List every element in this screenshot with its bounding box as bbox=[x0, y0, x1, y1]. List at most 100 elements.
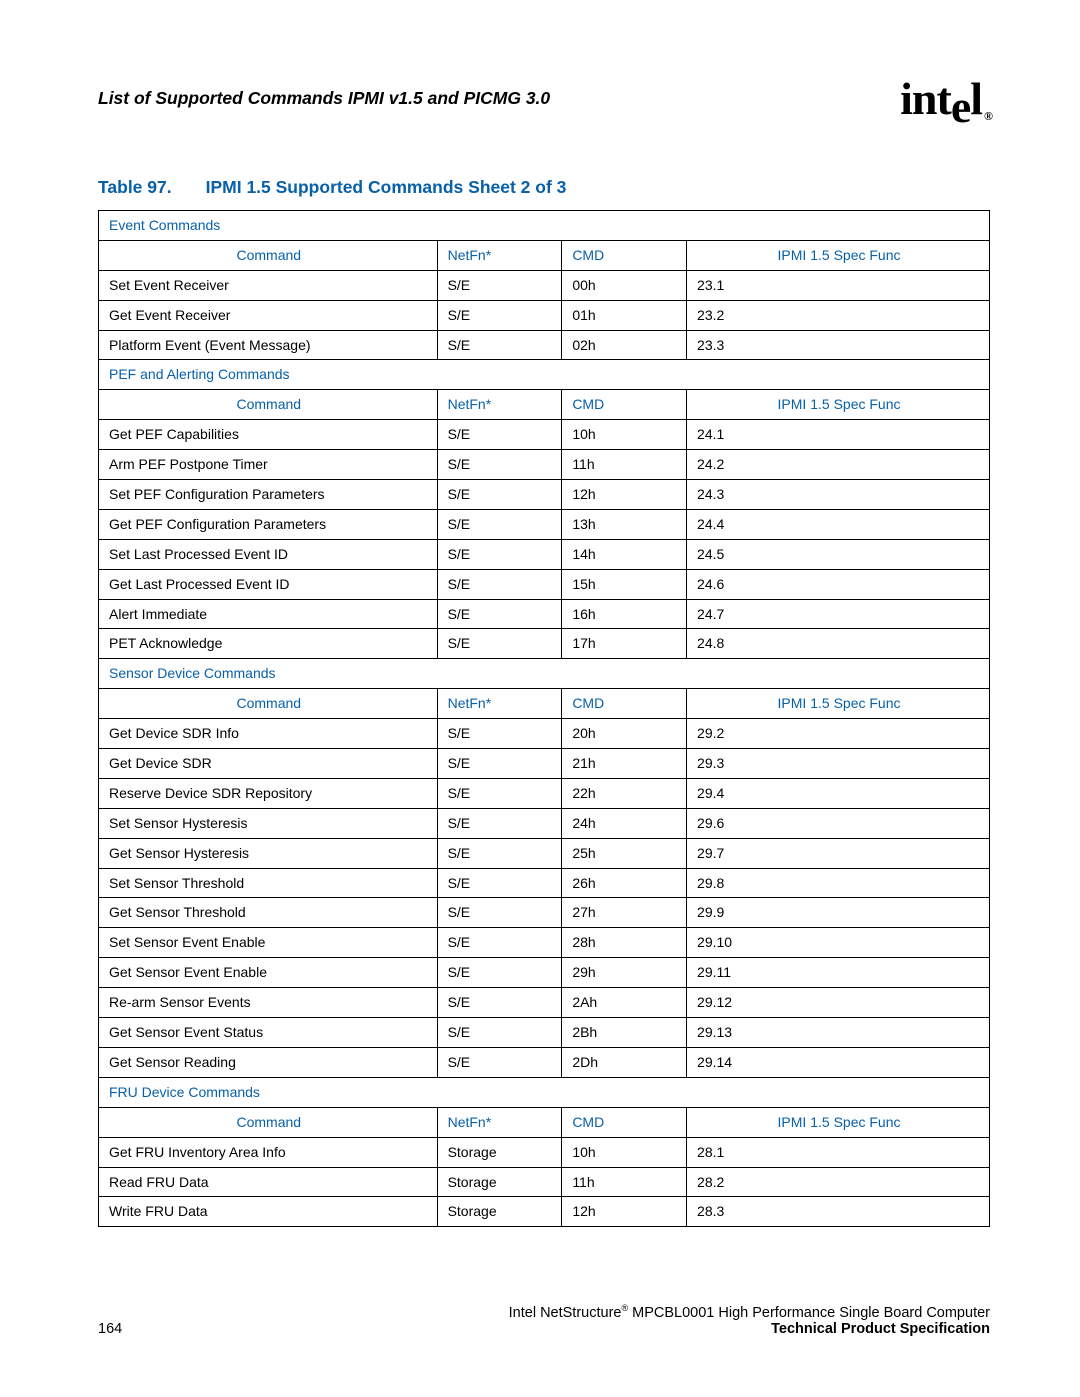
cell-netfn: S/E bbox=[437, 719, 562, 749]
section-title: Event Commands bbox=[99, 211, 990, 241]
table-row: Set Last Processed Event IDS/E14h24.5 bbox=[99, 539, 990, 569]
cell-netfn: S/E bbox=[437, 270, 562, 300]
cell-code: 00h bbox=[562, 270, 687, 300]
cell-netfn: Storage bbox=[437, 1137, 562, 1167]
cell-netfn: S/E bbox=[437, 838, 562, 868]
cell-netfn: S/E bbox=[437, 778, 562, 808]
cell-netfn: S/E bbox=[437, 420, 562, 450]
cell-netfn: S/E bbox=[437, 539, 562, 569]
table-row: Reserve Device SDR RepositoryS/E22h29.4 bbox=[99, 778, 990, 808]
cell-spec: 24.7 bbox=[687, 599, 990, 629]
table-row: PET AcknowledgeS/E17h24.8 bbox=[99, 629, 990, 659]
cell-cmd: Platform Event (Event Message) bbox=[99, 330, 438, 360]
supported-commands-table: Event CommandsCommandNetFn*CMDIPMI 1.5 S… bbox=[98, 210, 990, 1227]
cell-spec: 23.1 bbox=[687, 270, 990, 300]
column-header-code: CMD bbox=[562, 1107, 687, 1137]
cell-spec: 24.1 bbox=[687, 420, 990, 450]
cell-netfn: S/E bbox=[437, 958, 562, 988]
table-section-header: Event Commands bbox=[99, 211, 990, 241]
cell-code: 20h bbox=[562, 719, 687, 749]
cell-code: 26h bbox=[562, 868, 687, 898]
cell-cmd: Re-arm Sensor Events bbox=[99, 988, 438, 1018]
cell-code: 11h bbox=[562, 450, 687, 480]
table-column-header-row: CommandNetFn*CMDIPMI 1.5 Spec Func bbox=[99, 390, 990, 420]
table-row: Get Sensor Event StatusS/E2Bh29.13 bbox=[99, 1018, 990, 1048]
cell-netfn: S/E bbox=[437, 749, 562, 779]
table-section-header: PEF and Alerting Commands bbox=[99, 360, 990, 390]
cell-code: 2Ah bbox=[562, 988, 687, 1018]
table-row: Get Last Processed Event IDS/E15h24.6 bbox=[99, 569, 990, 599]
cell-code: 12h bbox=[562, 1197, 687, 1227]
cell-netfn: S/E bbox=[437, 898, 562, 928]
table-row: Get Sensor HysteresisS/E25h29.7 bbox=[99, 838, 990, 868]
column-header-cmd: Command bbox=[99, 240, 438, 270]
table-row: Set Sensor HysteresisS/E24h29.6 bbox=[99, 808, 990, 838]
cell-code: 2Dh bbox=[562, 1047, 687, 1077]
cell-netfn: S/E bbox=[437, 569, 562, 599]
cell-netfn: S/E bbox=[437, 330, 562, 360]
cell-code: 15h bbox=[562, 569, 687, 599]
table-title: IPMI 1.5 Supported Commands Sheet 2 of 3 bbox=[206, 177, 567, 197]
cell-spec: 29.9 bbox=[687, 898, 990, 928]
cell-spec: 28.2 bbox=[687, 1167, 990, 1197]
column-header-netfn: NetFn* bbox=[437, 240, 562, 270]
cell-code: 12h bbox=[562, 480, 687, 510]
table-row: Get Sensor Event EnableS/E29h29.11 bbox=[99, 958, 990, 988]
column-header-cmd: Command bbox=[99, 390, 438, 420]
cell-spec: 29.2 bbox=[687, 719, 990, 749]
table-row: Set Sensor Event EnableS/E28h29.10 bbox=[99, 928, 990, 958]
cell-netfn: Storage bbox=[437, 1197, 562, 1227]
cell-cmd: Get PEF Configuration Parameters bbox=[99, 509, 438, 539]
column-header-netfn: NetFn* bbox=[437, 689, 562, 719]
column-header-cmd: Command bbox=[99, 1107, 438, 1137]
table-row: Set Event ReceiverS/E00h23.1 bbox=[99, 270, 990, 300]
page-footer: 164 Intel NetStructure® MPCBL0001 High P… bbox=[98, 1303, 990, 1337]
cell-code: 25h bbox=[562, 838, 687, 868]
cell-code: 01h bbox=[562, 300, 687, 330]
cell-spec: 29.6 bbox=[687, 808, 990, 838]
table-section-header: Sensor Device Commands bbox=[99, 659, 990, 689]
cell-netfn: S/E bbox=[437, 450, 562, 480]
cell-netfn: S/E bbox=[437, 629, 562, 659]
column-header-netfn: NetFn* bbox=[437, 390, 562, 420]
cell-cmd: Set PEF Configuration Parameters bbox=[99, 480, 438, 510]
cell-cmd: Set Sensor Threshold bbox=[99, 868, 438, 898]
table-row: Set PEF Configuration ParametersS/E12h24… bbox=[99, 480, 990, 510]
cell-netfn: S/E bbox=[437, 509, 562, 539]
cell-spec: 28.3 bbox=[687, 1197, 990, 1227]
table-row: Get FRU Inventory Area InfoStorage10h28.… bbox=[99, 1137, 990, 1167]
column-header-code: CMD bbox=[562, 689, 687, 719]
table-row: Get PEF Configuration ParametersS/E13h24… bbox=[99, 509, 990, 539]
cell-spec: 24.4 bbox=[687, 509, 990, 539]
table-row: Get Sensor ReadingS/E2Dh29.14 bbox=[99, 1047, 990, 1077]
table-column-header-row: CommandNetFn*CMDIPMI 1.5 Spec Func bbox=[99, 240, 990, 270]
footer-spec-line: Technical Product Specification bbox=[509, 1321, 990, 1337]
cell-code: 21h bbox=[562, 749, 687, 779]
cell-cmd: Set Sensor Hysteresis bbox=[99, 808, 438, 838]
cell-code: 24h bbox=[562, 808, 687, 838]
cell-code: 10h bbox=[562, 1137, 687, 1167]
column-header-spec: IPMI 1.5 Spec Func bbox=[687, 689, 990, 719]
table-row: Read FRU DataStorage11h28.2 bbox=[99, 1167, 990, 1197]
cell-spec: 29.4 bbox=[687, 778, 990, 808]
column-header-code: CMD bbox=[562, 240, 687, 270]
table-number: Table 97. bbox=[98, 177, 172, 197]
cell-spec: 24.6 bbox=[687, 569, 990, 599]
cell-cmd: Get Sensor Event Status bbox=[99, 1018, 438, 1048]
cell-cmd: Get Sensor Event Enable bbox=[99, 958, 438, 988]
cell-code: 29h bbox=[562, 958, 687, 988]
page-header: List of Supported Commands IPMI v1.5 and… bbox=[98, 78, 990, 131]
cell-spec: 29.11 bbox=[687, 958, 990, 988]
cell-spec: 29.7 bbox=[687, 838, 990, 868]
cell-cmd: Arm PEF Postpone Timer bbox=[99, 450, 438, 480]
cell-spec: 24.8 bbox=[687, 629, 990, 659]
cell-spec: 23.2 bbox=[687, 300, 990, 330]
cell-code: 28h bbox=[562, 928, 687, 958]
cell-spec: 29.14 bbox=[687, 1047, 990, 1077]
cell-code: 10h bbox=[562, 420, 687, 450]
table-row: Get PEF CapabilitiesS/E10h24.1 bbox=[99, 420, 990, 450]
cell-spec: 24.5 bbox=[687, 539, 990, 569]
cell-cmd: Get Sensor Hysteresis bbox=[99, 838, 438, 868]
cell-spec: 28.1 bbox=[687, 1137, 990, 1167]
page-number: 164 bbox=[98, 1321, 122, 1337]
